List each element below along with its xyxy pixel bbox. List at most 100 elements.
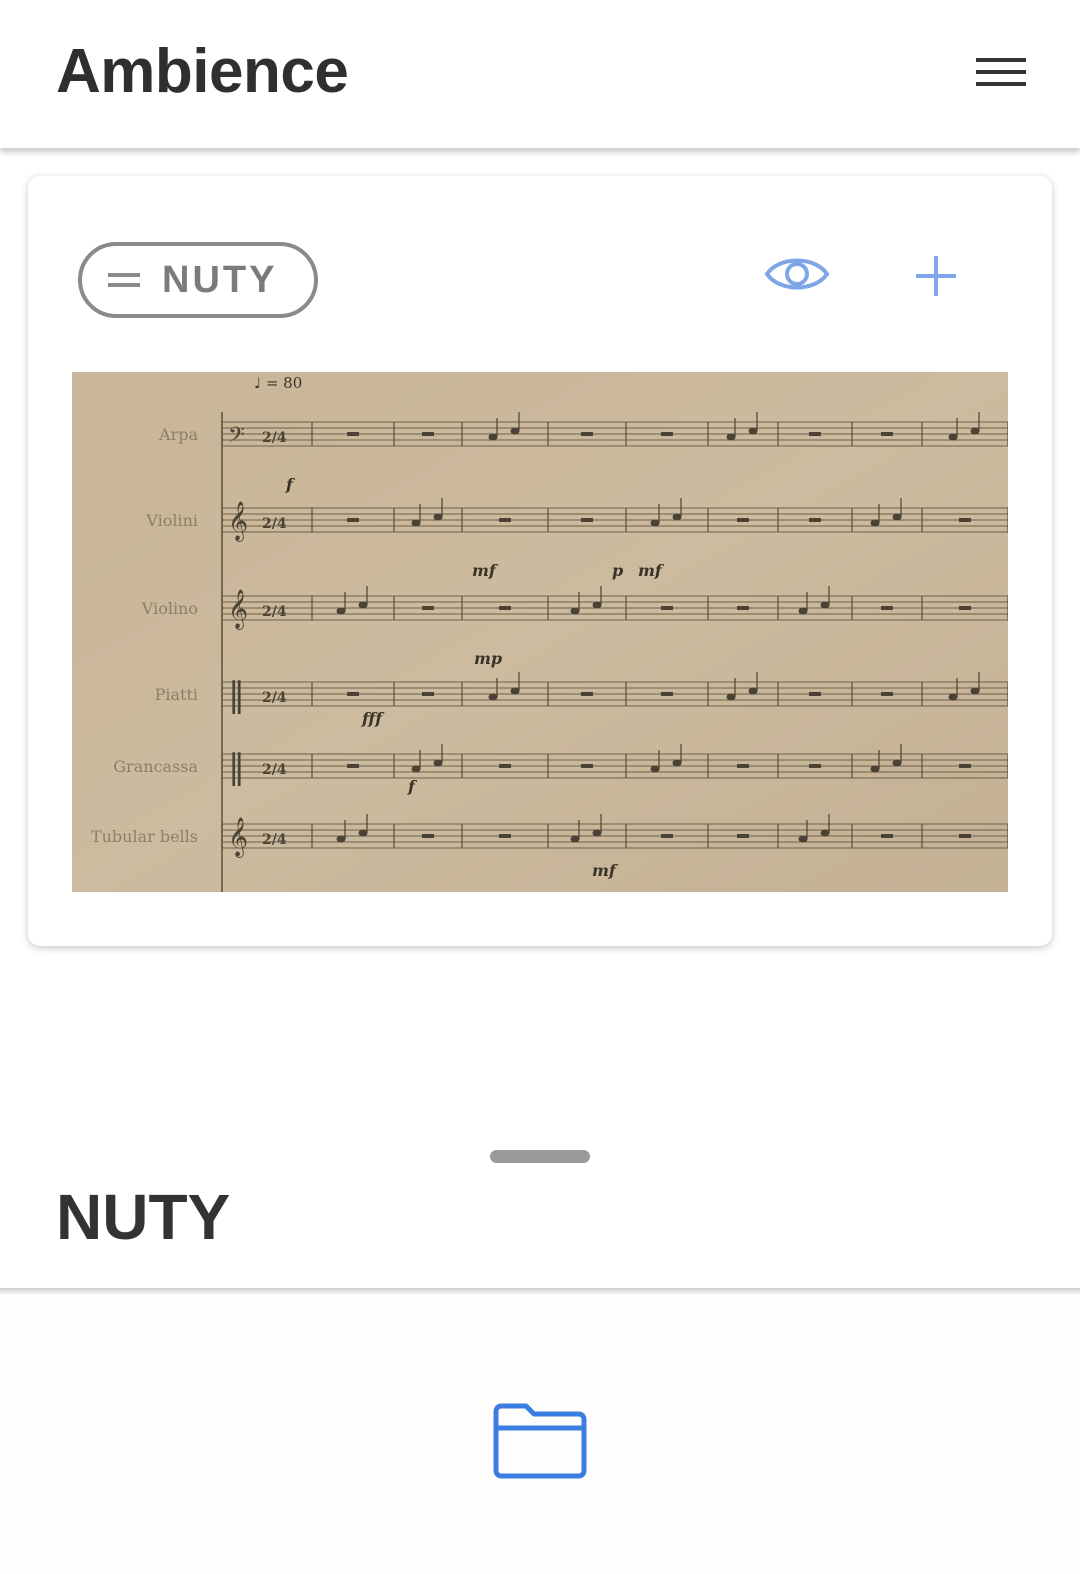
category-chip[interactable]: NUTY — [78, 242, 318, 318]
rest-mark — [499, 518, 511, 522]
note-mark — [358, 601, 368, 609]
bottom-navigation — [0, 1294, 1080, 1574]
rest-mark — [661, 606, 673, 610]
note-mark — [892, 513, 902, 521]
rest-mark — [661, 692, 673, 696]
clef-mark: ‖ — [228, 747, 245, 787]
chip-label: NUTY — [162, 258, 278, 301]
rest-mark — [499, 834, 511, 838]
note-mark — [672, 513, 682, 521]
note-mark — [570, 607, 580, 615]
rest-mark — [881, 834, 893, 838]
note-mark — [411, 519, 421, 527]
rest-mark — [422, 692, 434, 696]
note-mark — [870, 765, 880, 773]
sheet-music-drawing: ♩ = 80 Arpa Violini Violino Piatti Grancassa… — [72, 372, 1008, 892]
dynamic-marking: mf — [592, 861, 619, 880]
top-app-bar: Ambience — [0, 0, 1080, 148]
rest-mark — [347, 432, 359, 436]
note-mark — [510, 427, 520, 435]
rest-mark — [422, 834, 434, 838]
note-mark — [650, 519, 660, 527]
note-mark — [820, 829, 830, 837]
rest-mark — [737, 764, 749, 768]
dynamic-marking: mf — [638, 561, 665, 580]
rest-mark — [737, 518, 749, 522]
time-signature: 2/4 — [262, 690, 287, 706]
note-mark — [948, 693, 958, 701]
dynamic-marking: mp — [474, 649, 502, 668]
bottom-sheet-title: NUTY — [56, 1181, 231, 1253]
note-mark — [970, 427, 980, 435]
rest-mark — [809, 518, 821, 522]
rest-mark — [737, 606, 749, 610]
rest-mark — [499, 764, 511, 768]
note-mark — [748, 427, 758, 435]
dynamic-marking: mf — [472, 561, 499, 580]
rest-mark — [809, 692, 821, 696]
rest-mark — [959, 834, 971, 838]
note-mark — [870, 519, 880, 527]
drag-handle-icon — [108, 273, 140, 287]
time-signature: 2/4 — [262, 832, 287, 848]
note-mark — [798, 607, 808, 615]
rest-mark — [422, 432, 434, 436]
plus-icon[interactable] — [912, 252, 960, 300]
folder-icon[interactable] — [490, 1400, 590, 1480]
note-mark — [570, 835, 580, 843]
note-mark — [748, 687, 758, 695]
rest-mark — [581, 764, 593, 768]
clef-mark: 𝄞 — [228, 817, 248, 858]
instrument-label: Grancassa — [113, 757, 198, 776]
app-title: Ambience — [56, 37, 349, 106]
hamburger-menu-icon[interactable] — [968, 48, 1034, 96]
rest-mark — [347, 764, 359, 768]
eye-icon[interactable] — [764, 246, 830, 302]
rest-mark — [499, 606, 511, 610]
clef-mark: 𝄢 — [228, 423, 245, 453]
rest-mark — [959, 764, 971, 768]
note-mark — [592, 829, 602, 837]
note-mark — [798, 835, 808, 843]
rest-mark — [347, 518, 359, 522]
note-mark — [336, 835, 346, 843]
time-signature: 2/4 — [262, 516, 287, 532]
time-signature: 2/4 — [262, 762, 287, 778]
tempo-marking: ♩ = 80 — [254, 374, 302, 392]
note-mark — [820, 601, 830, 609]
dynamic-marking: p — [612, 561, 623, 580]
note-mark — [433, 513, 443, 521]
clef-mark: 𝄞 — [228, 501, 248, 542]
note-mark — [650, 765, 660, 773]
rest-mark — [581, 432, 593, 436]
rest-mark — [661, 834, 673, 838]
instrument-label: Violini — [145, 511, 198, 530]
note-mark — [592, 601, 602, 609]
app-root: Ambience NUTY ♩ = 80 Arpa Violini Violin… — [0, 0, 1080, 1574]
clef-mark: ‖ — [228, 675, 245, 715]
instrument-label: Piatti — [155, 685, 198, 704]
rest-mark — [661, 432, 673, 436]
note-mark — [510, 687, 520, 695]
note-mark — [970, 687, 980, 695]
rest-mark — [881, 432, 893, 436]
score-card: NUTY ♩ = 80 Arpa Violini Violino Piatti … — [28, 176, 1052, 946]
note-mark — [488, 433, 498, 441]
note-mark — [892, 759, 902, 767]
rest-mark — [959, 518, 971, 522]
rest-mark — [737, 834, 749, 838]
note-mark — [672, 759, 682, 767]
note-mark — [726, 433, 736, 441]
time-signature: 2/4 — [262, 604, 287, 620]
note-mark — [358, 829, 368, 837]
instrument-label: Tubular bells — [91, 827, 198, 846]
bottom-sheet-handle[interactable] — [490, 1150, 590, 1163]
sheet-music-image[interactable]: ♩ = 80 Arpa Violini Violino Piatti Grancassa… — [72, 372, 1008, 892]
note-mark — [948, 433, 958, 441]
instrument-label: Violino — [141, 599, 198, 618]
rest-mark — [581, 518, 593, 522]
clef-mark: 𝄞 — [228, 589, 248, 630]
rest-mark — [881, 692, 893, 696]
rest-mark — [881, 606, 893, 610]
instrument-label: Arpa — [158, 425, 198, 444]
